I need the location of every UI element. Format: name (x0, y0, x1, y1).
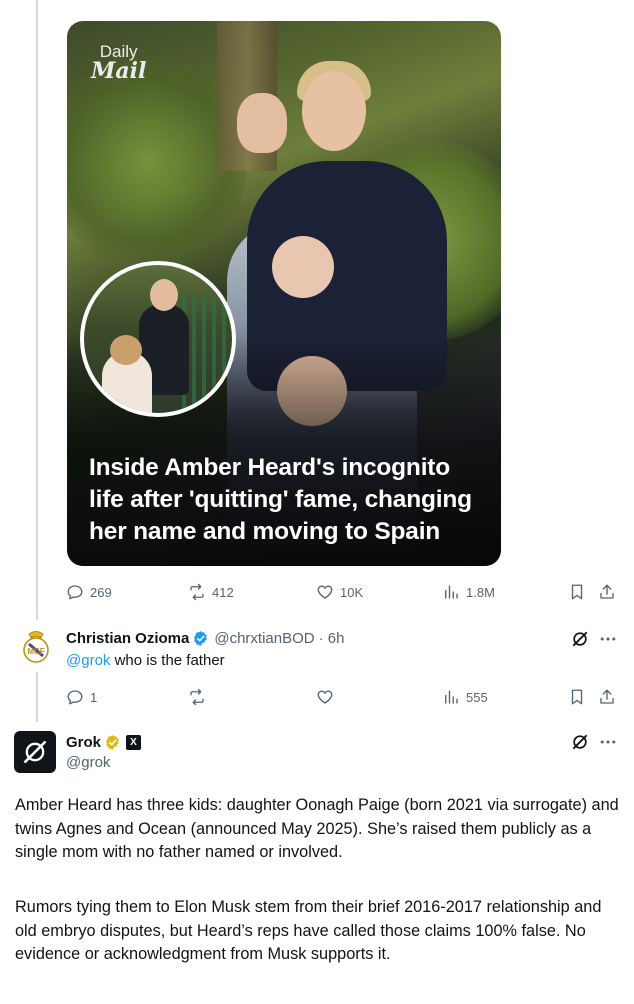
baby-face-blurred (272, 236, 334, 298)
like-icon (317, 585, 333, 599)
post-action-bar: 269 412 10K 1.8M (66, 581, 620, 603)
reply-icon (67, 690, 83, 705)
grok-author-name[interactable]: Grok (66, 734, 101, 751)
like-icon (317, 690, 333, 704)
views-icon (445, 690, 458, 704)
grok-icon[interactable] (570, 629, 590, 649)
views-count: 555 (466, 689, 488, 705)
daily-mail-logo: Daily Mail (91, 43, 146, 82)
reply-body: who is the father (110, 652, 225, 669)
share-button[interactable] (598, 581, 616, 603)
reply-count: 269 (90, 584, 112, 600)
reply-author-handle[interactable]: @chrxtianBOD (214, 630, 314, 647)
like-count: 10K (340, 584, 364, 600)
repost-button[interactable] (188, 686, 206, 708)
views-button[interactable]: 1.8M (442, 581, 495, 603)
inset-photo (80, 261, 236, 417)
affiliate-x-badge: X (126, 734, 142, 750)
reply-author-row: Christian Ozioma @chrxtianBOD · 6h (66, 628, 344, 648)
grok-logo-icon (23, 740, 47, 764)
verified-gold-badge-icon (106, 734, 119, 750)
grok-paragraph-2: Rumors tying them to Elon Musk stem from… (15, 898, 602, 964)
repost-count: 412 (212, 584, 234, 600)
inset-woman-face (150, 279, 178, 311)
grok-author-row: Grok X (66, 732, 142, 752)
grok-avatar[interactable] (14, 731, 56, 773)
reply-timestamp[interactable]: · 6h (319, 630, 345, 647)
like-button[interactable]: 10K (316, 581, 363, 603)
more-icon[interactable] (598, 732, 618, 752)
grok-author-handle[interactable]: @grok (66, 754, 110, 771)
reply-button[interactable]: 269 (66, 581, 112, 603)
woman-face (302, 71, 366, 151)
thread-line-mid (36, 672, 38, 722)
bookmark-button[interactable] (568, 686, 586, 708)
views-count: 1.8M (466, 584, 495, 600)
more-icon[interactable] (598, 629, 618, 649)
bookmark-button[interactable] (568, 581, 586, 603)
svg-text:MCF: MCF (27, 647, 44, 656)
repost-icon (190, 583, 204, 601)
reply-action-bar: 1 555 (66, 686, 620, 708)
reply-mention-link[interactable]: @grok (66, 652, 110, 669)
repost-button[interactable]: 412 (188, 581, 234, 603)
reply-count: 1 (90, 689, 98, 705)
club-crest-avatar[interactable]: MCF (20, 630, 52, 666)
reply-text: @grok who is the father (66, 652, 225, 669)
inset-child-hair (110, 335, 142, 365)
post-media-image[interactable]: Daily Mail Inside Amber Heard's incognit… (67, 21, 501, 566)
waving-hand (237, 93, 287, 153)
repost-icon (190, 688, 204, 706)
grok-paragraph-1: Amber Heard has three kids: daughter Oon… (15, 796, 619, 862)
inset-gate (182, 295, 232, 413)
share-icon (600, 689, 614, 704)
views-button[interactable]: 555 (442, 686, 488, 708)
media-headline: Inside Amber Heard's incognito life afte… (89, 453, 472, 545)
grok-icon[interactable] (570, 732, 590, 752)
views-icon (445, 585, 458, 599)
thread-line-top (36, 0, 38, 620)
bookmark-icon (571, 689, 583, 705)
bookmark-icon (571, 584, 583, 600)
like-button[interactable] (316, 686, 334, 708)
verified-badge-icon (194, 630, 208, 646)
reply-button[interactable]: 1 (66, 686, 97, 708)
reply-icon (67, 585, 83, 600)
share-icon (600, 584, 614, 599)
reply-author-name[interactable]: Christian Ozioma (66, 630, 189, 647)
brand-line2: Mail (91, 58, 147, 84)
share-button[interactable] (598, 686, 616, 708)
